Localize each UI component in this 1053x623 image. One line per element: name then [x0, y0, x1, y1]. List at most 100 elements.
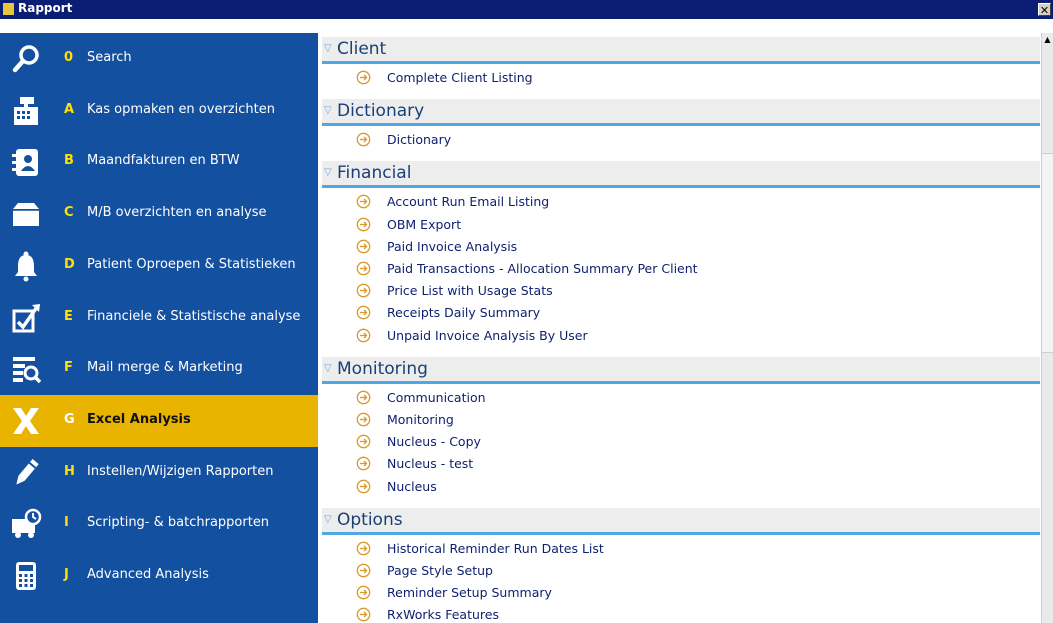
scrollbar-thumb[interactable] — [1042, 153, 1053, 353]
sidebar-item-label: Scripting- & batchrapporten — [87, 515, 270, 531]
arrow-circle-icon — [356, 239, 371, 254]
section-title: Dictionary — [337, 101, 425, 122]
report-list: ▽ Client Complete Client Listing ▽ Dictionar… — [318, 33, 1041, 623]
vertical-scrollbar[interactable]: ▲ — [1041, 33, 1053, 623]
sidebar-item-excel-analysis[interactable]: G Excel Analysis — [0, 394, 318, 447]
list-search-icon — [10, 353, 42, 385]
report-item-label: Paid Invoice Analysis — [387, 238, 518, 254]
sidebar-item-patient-oproepen-statistieken[interactable]: D Patient Oproepen & Statistieken — [0, 240, 318, 292]
sidebar-item-mail-merge-marketing[interactable]: F Mail merge & Marketing — [0, 343, 318, 395]
sidebar-item-shortcut: E — [64, 308, 73, 324]
section-header-monitoring[interactable]: ▽ Monitoring — [322, 356, 1040, 383]
report-item-label: Unpaid Invoice Analysis By User — [387, 327, 588, 343]
sidebar-item-label: M/B overzichten en analyse — [87, 205, 267, 221]
calculator-icon — [10, 560, 42, 592]
box-icon — [10, 198, 42, 230]
section-title: Client — [337, 39, 387, 59]
sidebar-item-label: Advanced Analysis — [87, 567, 209, 582]
sidebar-item-shortcut: G — [64, 411, 75, 427]
bell-icon — [10, 250, 42, 282]
sidebar-item-shortcut: C — [64, 205, 74, 221]
section-title: Monitoring — [337, 358, 428, 379]
triangle-down-icon[interactable]: ▽ — [324, 167, 332, 178]
sidebar-item-shortcut: 0 — [64, 50, 74, 65]
section-title: Options — [337, 509, 403, 530]
report-item-label: Nucleus - test — [387, 456, 474, 472]
report-item-label: Nucleus - Copy — [387, 434, 481, 450]
sidebar-item-shortcut: B — [64, 153, 74, 169]
section-header-financial[interactable]: ▽ Financial — [322, 161, 1040, 188]
arrow-circle-icon — [356, 563, 371, 578]
sidebar-item-scripting-batchrapporten[interactable]: I Scripting- & batchrapporten — [0, 498, 318, 550]
report-item-label: OBM Export — [387, 216, 462, 232]
sidebar-item-m-b-overzichten-en-analyse[interactable]: C M/B overzichten en analyse — [0, 188, 318, 240]
sidebar-item-advanced-analysis[interactable]: J Advanced Analysis — [0, 550, 318, 602]
rapport-window: Rapport ✕ 0 Search A Kas opmaken en overzic… — [0, 0, 1053, 623]
sidebar-item-label: Patient Oproepen & Statistieken — [87, 256, 296, 272]
section-header-client[interactable]: ▽ Client — [322, 37, 1040, 63]
window-title: Rapport — [18, 1, 73, 15]
report-item-label: Monitoring — [387, 412, 454, 427]
arrow-circle-icon — [356, 194, 371, 209]
contact-card-icon — [10, 146, 42, 178]
arrow-circle-icon — [356, 412, 371, 427]
report-item-label: Receipts Daily Summary — [387, 305, 541, 321]
report-item-label: Page Style Setup — [387, 563, 493, 578]
arrow-circle-icon — [356, 328, 371, 343]
sidebar-item-label: Kas opmaken en overzichten — [87, 101, 275, 117]
sidebar-item-shortcut: F — [64, 360, 73, 376]
pencil-icon — [10, 457, 42, 489]
report-item-label: RxWorks Features — [387, 607, 499, 623]
sidebar-item-shortcut: I — [64, 515, 69, 531]
report-item-label: Reminder Setup Summary — [387, 585, 552, 601]
arrow-circle-icon — [356, 217, 371, 232]
triangle-down-icon[interactable]: ▽ — [324, 105, 332, 116]
sidebar-item-financiele-statistische-analyse[interactable]: E Financiele & Statistische analyse — [0, 292, 318, 344]
sidebar-item-search[interactable]: 0 Search — [0, 33, 318, 85]
sidebar-item-shortcut: H — [64, 463, 75, 479]
report-item-label: Dictionary — [387, 132, 452, 148]
triangle-down-icon[interactable]: ▽ — [324, 363, 332, 374]
arrow-circle-icon — [356, 607, 371, 622]
truck-clock-icon — [10, 508, 42, 540]
sidebar-item-label: Mail merge & Marketing — [87, 360, 243, 376]
excel-icon — [10, 405, 42, 437]
report-item-label: Communication — [387, 389, 486, 405]
report-item-label: Account Run Email Listing — [387, 194, 550, 210]
section-divider — [322, 185, 1040, 189]
sidebar-item-maandfakturen-en-btw[interactable]: B Maandfakturen en BTW — [0, 136, 318, 188]
sidebar-item-shortcut: D — [64, 256, 75, 272]
sidebar-item-shortcut: A — [64, 101, 75, 117]
sidebar-item-label: Maandfakturen en BTW — [87, 153, 240, 169]
search-icon — [10, 43, 42, 75]
scroll-up-arrow-icon[interactable]: ▲ — [1042, 33, 1053, 47]
arrow-circle-icon — [356, 70, 371, 85]
report-item-label: Paid Transactions - Allocation Summary P… — [387, 261, 698, 276]
close-button[interactable]: ✕ — [1038, 3, 1051, 17]
title-bar[interactable]: Rapport ✕ — [0, 0, 1053, 19]
sidebar-item-label: Search — [87, 50, 132, 65]
sidebar-item-label: Financiele & Statistische analyse — [87, 308, 301, 324]
arrow-circle-icon — [356, 585, 371, 600]
triangle-down-icon[interactable]: ▽ — [324, 514, 332, 525]
report-item-label: Complete Client Listing — [387, 70, 533, 85]
section-title: Financial — [337, 163, 412, 184]
arrow-circle-icon — [356, 132, 371, 147]
arrow-circle-icon — [356, 261, 371, 276]
chart-check-icon — [10, 302, 42, 334]
report-item-label: Historical Reminder Run Dates List — [387, 540, 604, 556]
sidebar-item-kas-opmaken-en-overzichten[interactable]: A Kas opmaken en overzichten — [0, 85, 318, 137]
sidebar-item-instellen-wijzigen-rapporten[interactable]: H Instellen/Wijzigen Rapporten — [0, 447, 318, 499]
report-item-label: Nucleus — [387, 478, 437, 494]
section-header-options[interactable]: ▽ Options — [322, 507, 1040, 534]
sidebar-item-label: Excel Analysis — [87, 411, 191, 427]
report-item-label: Price List with Usage Stats — [387, 283, 553, 299]
sidebar: 0 Search A Kas opmaken en overzichten B Maand… — [0, 33, 318, 623]
triangle-down-icon[interactable]: ▽ — [324, 43, 332, 54]
arrow-circle-icon — [356, 479, 371, 494]
arrow-circle-icon — [356, 305, 371, 320]
app-icon — [3, 3, 14, 15]
section-header-dictionary[interactable]: ▽ Dictionary — [322, 99, 1040, 126]
sidebar-item-label: Instellen/Wijzigen Rapporten — [87, 463, 274, 479]
section-divider — [322, 61, 1040, 64]
